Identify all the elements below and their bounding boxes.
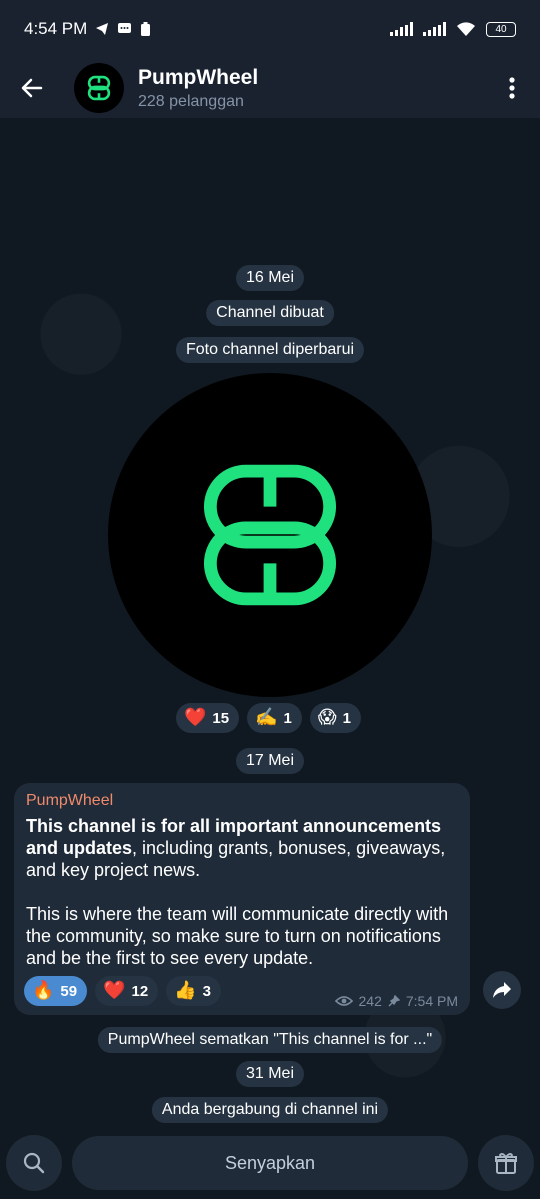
- channel-title: PumpWheel: [138, 65, 259, 89]
- reaction-writing-hand[interactable]: ✍️ 1: [247, 703, 302, 733]
- heart-icon: ❤️: [103, 980, 126, 1001]
- pin-icon: [388, 995, 400, 1007]
- post-text: This channel is for all important announ…: [26, 815, 458, 969]
- reaction-count: 15: [212, 709, 230, 727]
- reaction-count: 1: [342, 709, 351, 727]
- channel-title-area[interactable]: PumpWheel 228 pelanggan: [138, 66, 492, 111]
- signal-icon-2: [423, 22, 446, 36]
- status-bar: 4:54 PM 40: [0, 0, 540, 58]
- reaction-fire[interactable]: 🔥 59: [24, 976, 88, 1006]
- post-author: PumpWheel: [26, 792, 114, 809]
- reaction-count: 12: [131, 982, 149, 1000]
- reaction-count: 1: [283, 709, 292, 727]
- chat-header: PumpWheel 228 pelanggan: [0, 58, 540, 118]
- message-notification-icon: [118, 23, 132, 33]
- subscriber-count: 228 pelanggan: [138, 92, 244, 110]
- back-button[interactable]: [0, 58, 64, 118]
- reaction-count: 3: [202, 982, 211, 1000]
- wifi-icon: [457, 21, 475, 36]
- reaction-thumbs-up[interactable]: 👍 3: [166, 976, 221, 1006]
- post-time: 7:54 PM: [405, 993, 458, 1009]
- share-button[interactable]: [483, 971, 521, 1009]
- status-left: 4:54 PM: [24, 19, 151, 39]
- reaction-scream[interactable]: 😱 1: [309, 703, 361, 733]
- more-vertical-icon: [509, 77, 515, 99]
- post-paragraph-2: This is where the team will communicate …: [26, 904, 449, 968]
- eye-icon: [334, 996, 353, 1006]
- channel-post[interactable]: PumpWheel This channel is for all import…: [14, 783, 470, 1015]
- battery-icon: 40: [486, 21, 516, 37]
- service-message-photo-updated: Foto channel diperbarui: [175, 337, 365, 363]
- reaction-count: 59: [60, 982, 78, 1000]
- reaction-heart[interactable]: ❤️ 15: [176, 703, 240, 733]
- post-meta: 242 7:54 PM: [334, 993, 458, 1009]
- view-count: 242: [358, 993, 382, 1009]
- date-separator: 31 Mei: [235, 1061, 305, 1087]
- reaction-heart[interactable]: ❤️ 12: [95, 976, 159, 1006]
- service-message-created: Channel dibuat: [206, 300, 334, 326]
- channel-avatar[interactable]: [74, 63, 124, 113]
- pumpwheel-logo-icon: [203, 464, 337, 606]
- service-message-joined: Anda bergabung di channel ini: [151, 1097, 389, 1123]
- post-reactions: 🔥 59 ❤️ 12 👍 3: [24, 976, 221, 1006]
- date-separator: 17 Mei: [235, 748, 305, 774]
- post-paragraph-1: This channel is for all important announ…: [26, 815, 458, 881]
- thumbs-up-icon: 👍: [174, 980, 197, 1001]
- more-menu-button[interactable]: [492, 58, 532, 118]
- gift-icon: [495, 1152, 517, 1174]
- status-right: 40: [390, 21, 516, 37]
- pumpwheel-logo-icon: [87, 75, 111, 101]
- arrow-left-icon: [21, 78, 43, 98]
- status-time: 4:54 PM: [24, 19, 88, 38]
- search-button[interactable]: [6, 1135, 62, 1191]
- heart-icon: ❤️: [184, 707, 207, 728]
- writing-hand-icon: ✍️: [255, 707, 278, 728]
- search-icon: [23, 1152, 45, 1174]
- date-separator: 16 Mei: [235, 265, 305, 291]
- fire-icon: 🔥: [32, 980, 55, 1001]
- service-message-pinned: PumpWheel sematkan "This channel is for …: [97, 1027, 443, 1053]
- photo-reactions: ❤️ 15 ✍️ 1 😱 1: [176, 703, 361, 733]
- signal-icon: [390, 22, 413, 36]
- mute-button[interactable]: Senyapkan: [72, 1136, 468, 1190]
- scream-face-icon: 😱: [317, 707, 337, 728]
- share-arrow-icon: [493, 982, 511, 998]
- bottom-bar: Senyapkan: [0, 1130, 540, 1199]
- telegram-notification-icon: [96, 23, 109, 35]
- gift-button[interactable]: [478, 1135, 534, 1191]
- battery-saver-icon: [141, 21, 151, 36]
- channel-photo[interactable]: [108, 373, 432, 697]
